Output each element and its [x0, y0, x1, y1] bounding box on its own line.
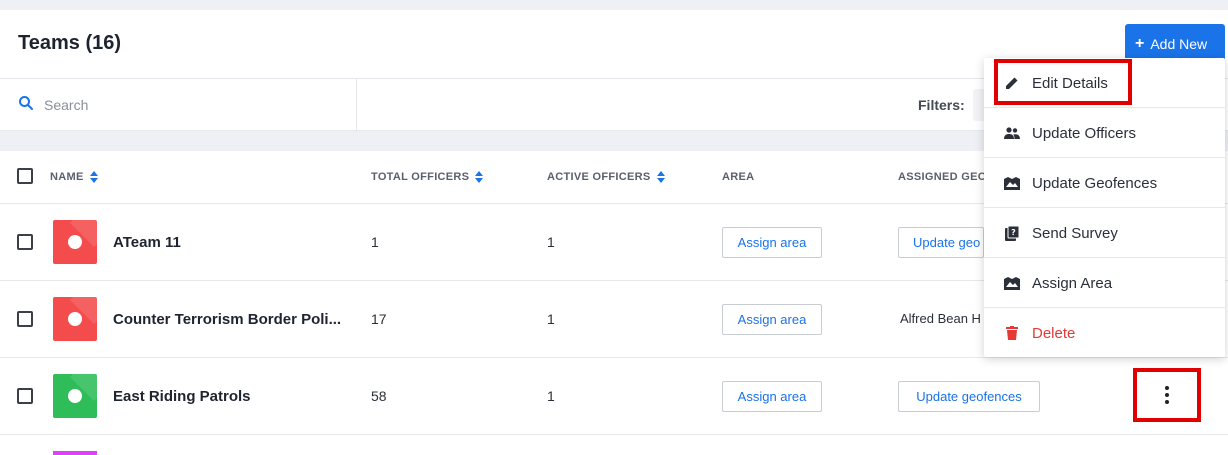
total-officers: 58: [371, 388, 387, 404]
update-geofences-button[interactable]: Update geo: [898, 227, 984, 258]
column-name-label: NAME: [50, 171, 84, 183]
assign-area-button[interactable]: Assign area: [722, 381, 822, 412]
svg-text:?: ?: [1011, 228, 1016, 237]
add-new-label: Add New: [1150, 36, 1208, 52]
team-avatar: [53, 297, 97, 341]
row-checkbox[interactable]: [17, 234, 33, 250]
column-assigned-geofences: ASSIGNED GEO: [898, 171, 987, 183]
team-avatar-partial: [53, 451, 97, 455]
menu-item-label: Assign Area: [1032, 274, 1113, 292]
sort-icon: [475, 171, 484, 183]
column-area: AREA: [722, 171, 754, 183]
total-officers: 1: [371, 234, 379, 250]
menu-item-update-geofences[interactable]: Update Geofences: [984, 158, 1225, 208]
menu-item-delete[interactable]: Delete: [984, 308, 1225, 358]
active-officers: 1: [547, 388, 555, 404]
menu-item-label: Delete: [1032, 324, 1076, 342]
assigned-geofence-text: Alfred Bean H: [900, 311, 981, 326]
filters-label: Filters:: [918, 97, 965, 113]
active-officers: 1: [547, 234, 555, 250]
sort-icon: [656, 171, 665, 183]
menu-item-update-officers[interactable]: Update Officers: [984, 108, 1225, 158]
menu-item-send-survey[interactable]: ? Send Survey: [984, 208, 1225, 258]
sort-icon: [89, 171, 98, 183]
total-officers: 17: [371, 311, 387, 327]
team-name[interactable]: ATeam 11: [113, 234, 181, 251]
search-input[interactable]: Search: [0, 79, 357, 131]
row-actions-button[interactable]: [1133, 368, 1201, 422]
team-avatar: [53, 374, 97, 418]
team-name[interactable]: East Riding Patrols: [113, 388, 251, 405]
menu-item-label: Update Officers: [1032, 124, 1136, 142]
assign-area-button[interactable]: Assign area: [722, 304, 822, 335]
column-assigned-geofences-label: ASSIGNED GEO: [898, 171, 987, 183]
row-checkbox[interactable]: [17, 311, 33, 327]
team-name[interactable]: Counter Terrorism Border Poli...: [113, 311, 341, 328]
column-active-officers[interactable]: ACTIVE OFFICERS: [547, 171, 665, 183]
more-vertical-icon: [1165, 386, 1169, 404]
people-icon: [1004, 125, 1020, 141]
page-title: Teams (16): [18, 32, 122, 54]
active-officers: 1: [547, 311, 555, 327]
column-total-officers-label: TOTAL OFFICERS: [371, 171, 470, 183]
assign-area-button[interactable]: Assign area: [722, 227, 822, 258]
trash-icon: [1004, 325, 1020, 341]
column-area-label: AREA: [722, 171, 755, 183]
team-avatar: [53, 220, 97, 264]
survey-icon: ?: [1004, 225, 1020, 241]
row-checkbox[interactable]: [17, 388, 33, 404]
column-active-officers-label: ACTIVE OFFICERS: [547, 171, 651, 183]
plus-icon: +: [1135, 35, 1145, 52]
update-geofences-button[interactable]: Update geofences: [898, 381, 1040, 412]
edit-details-highlight: [994, 59, 1132, 105]
select-all-checkbox[interactable]: [17, 168, 33, 184]
column-name[interactable]: NAME: [50, 171, 98, 183]
menu-item-label: Send Survey: [1032, 224, 1118, 242]
top-strip: [0, 0, 1228, 10]
menu-item-assign-area[interactable]: Assign Area: [984, 258, 1225, 308]
search-icon: [18, 95, 34, 116]
menu-item-label: Update Geofences: [1032, 174, 1158, 192]
map-icon: [1004, 175, 1020, 191]
table-row[interactable]: East Riding Patrols 58 1 Assign area Upd…: [0, 358, 1228, 435]
column-total-officers[interactable]: TOTAL OFFICERS: [371, 171, 484, 183]
search-placeholder: Search: [44, 97, 89, 113]
map-icon: [1004, 275, 1020, 291]
